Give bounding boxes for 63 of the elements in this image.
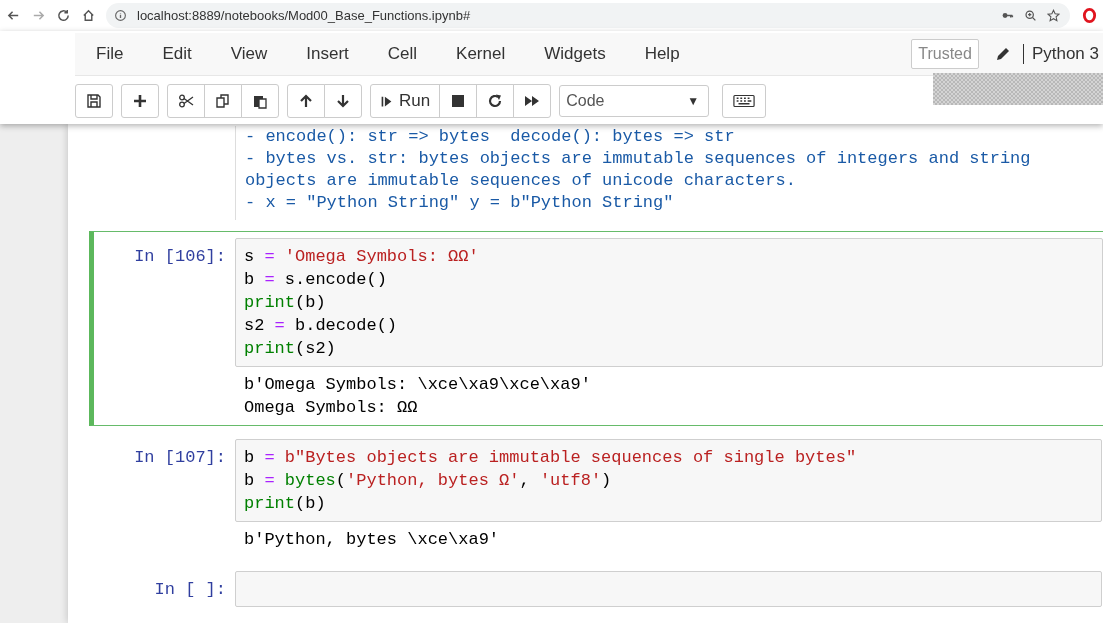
menu-item[interactable]: Insert xyxy=(306,44,349,64)
menu-item[interactable]: Widgets xyxy=(544,44,606,64)
move-up-button[interactable] xyxy=(287,84,325,118)
home-icon[interactable] xyxy=(81,8,96,23)
copy-button[interactable] xyxy=(204,84,242,118)
input-prompt: In [106]: xyxy=(134,247,226,266)
code-line: b = s.encode() xyxy=(244,269,388,291)
markdown-line: objects are immutable sequences of unicode characters. xyxy=(245,170,797,192)
ring-icon[interactable] xyxy=(1082,8,1097,23)
info-icon[interactable] xyxy=(114,9,127,22)
arrow-up-icon xyxy=(298,93,314,109)
code-line: s = 'Omega Symbols: ΩΩ' xyxy=(244,246,480,268)
input-prompt: In [ ]: xyxy=(154,580,226,599)
code-line: b = bytes('Python, bytes Ω', 'utf8') xyxy=(244,470,613,492)
output-line: Omega Symbols: ΩΩ xyxy=(244,397,419,419)
code-input[interactable]: b = b"Bytes objects are immutable sequences of single bytes" b = bytes('Python, bytes Ω', 'utf8') print(b) xyxy=(235,439,1102,522)
save-button[interactable] xyxy=(75,84,113,118)
zoom-icon[interactable] xyxy=(1024,9,1037,22)
stop-icon xyxy=(450,93,467,109)
fast-forward-icon xyxy=(524,93,541,109)
code-input[interactable] xyxy=(235,571,1102,607)
reload-icon[interactable] xyxy=(56,8,71,23)
run-button[interactable]: Run xyxy=(370,84,441,118)
paste-button[interactable] xyxy=(241,84,279,118)
kernel-name[interactable]: Python 3 xyxy=(1022,44,1099,64)
menu-item[interactable]: View xyxy=(230,44,268,64)
menu-item[interactable]: Edit xyxy=(162,44,192,64)
step-icon xyxy=(380,94,393,108)
code-line: b = b"Bytes objects are immutable sequences of single bytes" xyxy=(244,447,858,469)
code-line: print(b) xyxy=(244,292,327,314)
address-bar[interactable]: localhost:8889/notebooks/Mod00_Base_Functions.ipynb# xyxy=(106,3,1070,28)
menu-item[interactable]: File xyxy=(96,44,124,64)
add-cell-button[interactable] xyxy=(121,84,159,118)
menu-item[interactable]: Help xyxy=(644,44,680,64)
copy-icon xyxy=(215,93,231,109)
menu-item[interactable]: Cell xyxy=(387,44,418,64)
menu-item[interactable]: Kernel xyxy=(456,44,506,64)
restart-button[interactable] xyxy=(476,84,515,118)
code-line: print(s2) xyxy=(244,338,337,360)
arrow-down-icon xyxy=(335,93,351,109)
markdown-line: - x = "Python String" y = b"Python String" xyxy=(245,192,675,214)
markdown-line: - bytes vs. str: bytes objects are immutable sequences of integers and string xyxy=(245,148,1032,170)
fast-forward-button[interactable] xyxy=(513,84,552,118)
keyboard-button[interactable] xyxy=(722,84,767,118)
markdown-line: - encode(): str => bytes decode(): bytes => str xyxy=(245,126,736,148)
restart-icon xyxy=(487,93,504,109)
output-line: b'Omega Symbols: \xce\xa9\xce\xa9' xyxy=(244,374,591,396)
move-down-button[interactable] xyxy=(324,84,362,118)
code-line: print(b) xyxy=(244,493,327,515)
output-line: b'Python, bytes \xce\xa9' xyxy=(244,529,500,551)
plus-icon xyxy=(132,93,148,109)
input-prompt: In [107]: xyxy=(134,448,226,467)
trusted-indicator[interactable]: Trusted xyxy=(911,39,979,69)
star-icon[interactable] xyxy=(1047,9,1060,22)
code-line: s2 = b.decode() xyxy=(244,315,399,337)
pencil-icon[interactable] xyxy=(994,46,1011,62)
scissors-icon xyxy=(178,93,194,109)
clipboard-icon xyxy=(252,93,268,109)
cell-type-dropdown[interactable]: Code ▼ xyxy=(559,85,710,117)
code-input[interactable]: s = 'Omega Symbols: ΩΩ' b = s.encode() print(b) s2 = b.decode() print(s2) xyxy=(235,238,1103,367)
keyboard-icon xyxy=(733,94,756,108)
cut-button[interactable] xyxy=(167,84,205,118)
stop-button[interactable] xyxy=(439,84,478,118)
